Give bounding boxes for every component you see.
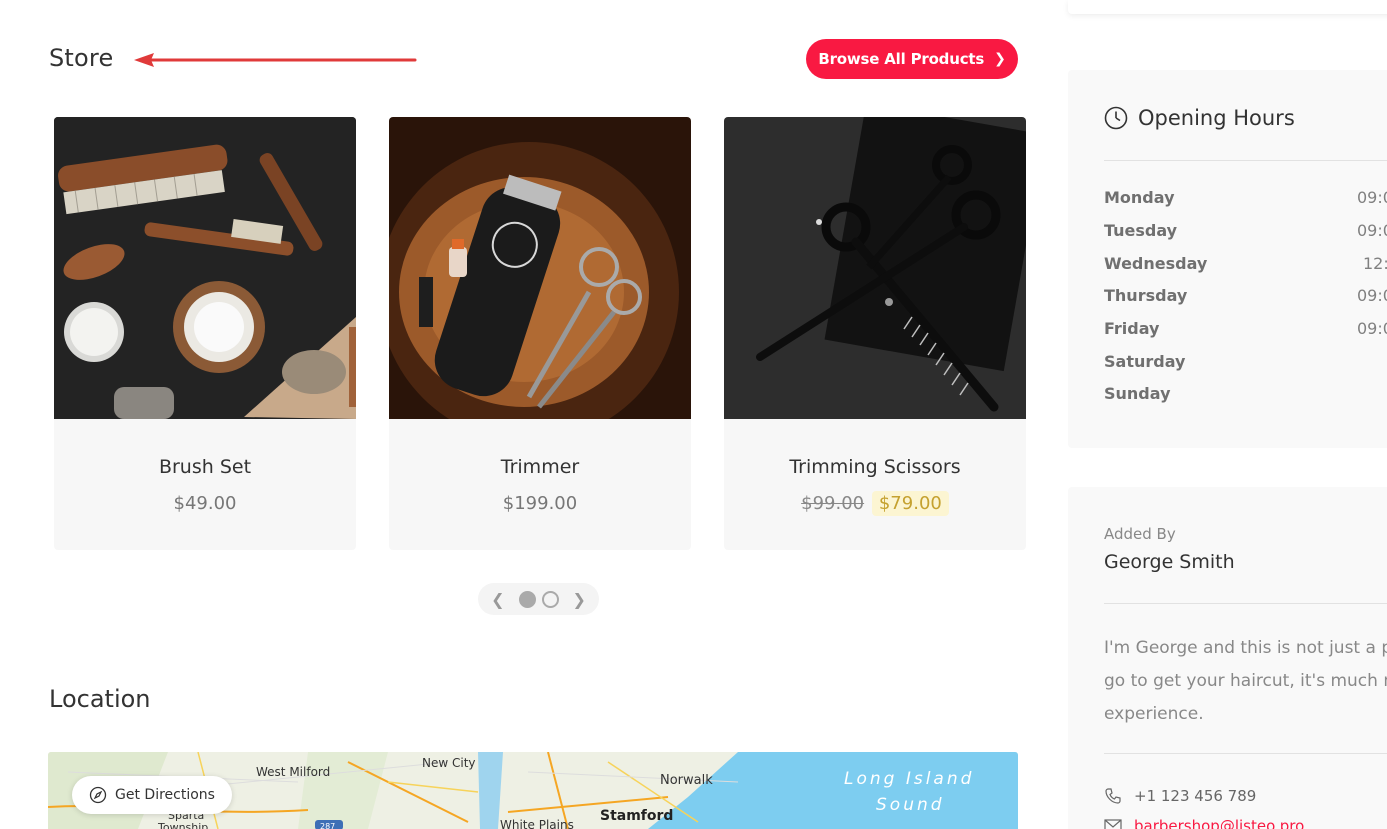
map-label: West Milford: [256, 765, 330, 779]
opening-hours-title: Opening Hours: [1104, 106, 1295, 130]
map-label: Sound: [876, 795, 945, 815]
old-price: $99.00: [801, 493, 865, 514]
day-label: Wednesday: [1104, 254, 1208, 273]
product-name[interactable]: Brush Set: [54, 456, 356, 478]
carousel-prev-button[interactable]: ❮: [483, 590, 512, 609]
hours-row-wednesday: Wednesday 12:0: [1104, 254, 1387, 273]
email-link[interactable]: barbershop@listeo.pro: [1134, 817, 1304, 829]
get-directions-label: Get Directions: [115, 787, 215, 803]
browse-all-products-label: Browse All Products: [818, 50, 985, 68]
map-label: White Plains: [500, 818, 574, 829]
opening-hours-panel: Opening Hours Monday 09:0 Tuesday 09:0 Wed…: [1068, 70, 1387, 448]
product-name[interactable]: Trimming Scissors: [724, 456, 1026, 478]
sidebar-top-panel: [1068, 0, 1387, 14]
map-label: Township: [157, 821, 208, 829]
day-time: 09:0: [1357, 188, 1387, 207]
get-directions-button[interactable]: Get Directions: [72, 776, 232, 814]
clock-icon: [1104, 106, 1128, 130]
product-image-trimmer[interactable]: [389, 117, 691, 419]
phone-number[interactable]: +1 123 456 789: [1134, 787, 1256, 805]
carousel-dot-1[interactable]: [518, 590, 536, 608]
product-card-trimming-scissors[interactable]: Trimming Scissors $99.00 $79.00: [724, 117, 1026, 550]
product-image-trimming-scissors[interactable]: [724, 117, 1026, 419]
product-price: $49.00: [173, 493, 237, 514]
hours-row-sunday: Sunday: [1104, 384, 1387, 403]
day-label: Monday: [1104, 188, 1175, 207]
hours-row-friday: Friday 09:0: [1104, 319, 1387, 338]
owner-name[interactable]: George Smith: [1104, 551, 1235, 573]
owner-description: I'm George and this is not just a pla go…: [1104, 632, 1387, 731]
carousel-nav: ❮ ❯: [478, 583, 599, 615]
day-time: 09:0: [1357, 286, 1387, 305]
added-by-label: Added By: [1104, 525, 1176, 543]
sale-price: $79.00: [871, 491, 949, 516]
product-card-brush-set[interactable]: Brush Set $49.00: [54, 117, 356, 550]
compass-icon: [89, 786, 107, 804]
map-label: Stamford: [600, 808, 673, 824]
day-time: 09:0: [1357, 221, 1387, 240]
map-label: 287: [320, 822, 335, 829]
map-label: Norwalk: [660, 773, 713, 788]
envelope-icon: [1104, 819, 1122, 829]
chevron-right-icon: ❯: [994, 51, 1006, 67]
hours-row-thursday: Thursday 09:0: [1104, 286, 1387, 305]
day-label: Thursday: [1104, 286, 1188, 305]
day-label: Friday: [1104, 319, 1160, 338]
owner-description-line: go to get your haircut, it's much mo: [1104, 671, 1387, 691]
hours-row-saturday: Saturday: [1104, 352, 1387, 371]
owner-description-line: experience.: [1104, 704, 1204, 724]
product-name[interactable]: Trimmer: [389, 456, 691, 478]
carousel-next-button[interactable]: ❯: [565, 590, 594, 609]
hours-row-tuesday: Tuesday 09:0: [1104, 221, 1387, 240]
owner-panel: Added By George Smith I'm George and thi…: [1068, 487, 1387, 829]
day-time: 12:0: [1363, 254, 1387, 273]
divider: [1104, 753, 1387, 754]
divider: [1104, 603, 1387, 604]
location-title: Location: [49, 685, 151, 713]
carousel-dot-2[interactable]: [541, 590, 559, 608]
contact-email: barbershop@listeo.pro: [1104, 817, 1304, 829]
product-image-brush-set[interactable]: [54, 117, 356, 419]
opening-hours-label: Opening Hours: [1138, 106, 1295, 130]
owner-description-line: I'm George and this is not just a pla: [1104, 638, 1387, 658]
product-price: $199.00: [502, 493, 578, 514]
browse-all-products-button[interactable]: Browse All Products ❯: [806, 39, 1018, 79]
hours-row-monday: Monday 09:0: [1104, 188, 1387, 207]
store-title: Store: [49, 44, 114, 72]
day-time: 09:0: [1357, 319, 1387, 338]
product-price: $99.00 $79.00: [724, 491, 1026, 516]
divider: [1104, 160, 1387, 161]
day-label: Saturday: [1104, 352, 1186, 371]
day-label: Sunday: [1104, 384, 1171, 403]
phone-icon: [1105, 788, 1121, 804]
day-label: Tuesday: [1104, 221, 1178, 240]
product-card-trimmer[interactable]: Trimmer $199.00: [389, 117, 691, 550]
map-label: Long Island: [844, 769, 974, 789]
contact-phone: +1 123 456 789: [1104, 787, 1256, 805]
arrow-annotation: [134, 53, 417, 67]
map-label: New City: [422, 756, 476, 770]
